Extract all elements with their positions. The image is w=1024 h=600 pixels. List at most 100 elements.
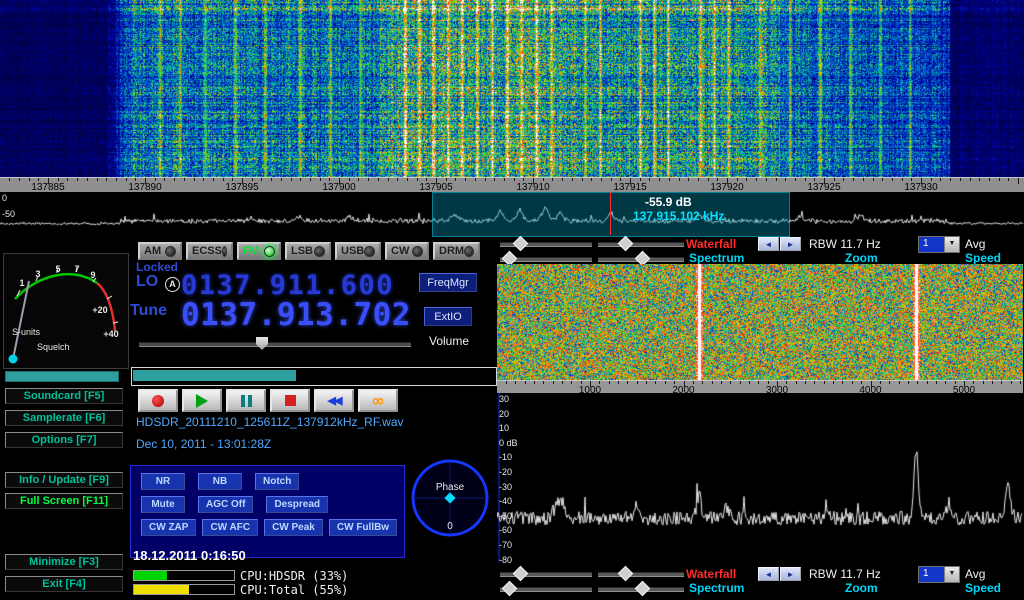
freq-ruler-tick: [863, 178, 864, 181]
db-scale-label: 0 dB: [499, 438, 518, 448]
spectrum-range-slider-thumb[interactable]: [634, 581, 650, 597]
audio-waterfall-display[interactable]: [497, 264, 1023, 380]
s-meter-scale-value: 1: [19, 278, 24, 288]
avg-select-arrow-icon[interactable]: ▼: [944, 567, 959, 582]
freq-ruler-tick: [514, 178, 515, 181]
squelch-level-bar[interactable]: [5, 371, 119, 382]
freq-ruler-tick: [979, 178, 980, 181]
stop-button[interactable]: [270, 389, 310, 412]
volume-slider[interactable]: [139, 342, 411, 347]
dsp-button-notch[interactable]: Notch: [255, 473, 299, 490]
freq-ruler-tick: [164, 178, 165, 181]
volume-slider-thumb[interactable]: [256, 337, 268, 350]
spectrum-level-slider[interactable]: [500, 583, 592, 593]
datetime-display: 18.12.2011 0:16:50: [133, 548, 246, 563]
dsp-button-cw-fullbw[interactable]: CW FullBw: [329, 519, 397, 536]
spectrum-level-slider-thumb[interactable]: [502, 581, 518, 597]
s-meter-scale-value: 3: [35, 269, 40, 279]
frequency-ruler[interactable]: 1378851378901378951379001379051379101379…: [0, 177, 1024, 193]
right-controls-top: Waterfall◄►RBW 11.7 Hz1▼AvgSpectrumZoomS…: [496, 236, 1024, 266]
passband-selection[interactable]: -55.9 dB 137.915.102 kHz: [432, 192, 790, 237]
dsp-row: CW ZAP CW AFC CW Peak CW FullBw: [141, 519, 404, 536]
dsp-button-agc-off[interactable]: AGC Off: [198, 496, 253, 513]
waterfall-contrast-slider[interactable]: [598, 568, 684, 578]
s-meter-scale-value: 7: [74, 264, 79, 274]
audio-ruler-tick: [581, 381, 582, 384]
phase-scope: Phase 0: [404, 450, 496, 548]
freq-ruler-tick: [485, 178, 486, 181]
record-icon: [152, 395, 164, 407]
freq-ruler-tick: [853, 178, 854, 181]
menu-button-minimize[interactable]: Minimize [F3]: [5, 554, 123, 570]
db-scale-label: -50: [499, 511, 512, 521]
audio-ruler-tick: [721, 381, 722, 384]
tune-frequency-display[interactable]: 0137.913.702: [181, 297, 411, 333]
dsp-button-mute[interactable]: Mute: [141, 496, 185, 513]
audio-ruler-tick: [1001, 381, 1002, 384]
menu-button-soundcard[interactable]: Soundcard [F5]: [5, 388, 123, 404]
avg-select-arrow-icon[interactable]: ▼: [944, 237, 959, 252]
mode-button-drm[interactable]: DRM: [433, 242, 480, 260]
loop-button[interactable]: ∞: [358, 389, 398, 412]
waterfall-contrast-slider-thumb[interactable]: [617, 236, 633, 252]
record-button[interactable]: [138, 389, 178, 412]
freq-ruler-tick: [911, 178, 912, 181]
rewind-button[interactable]: ◀◀: [314, 389, 354, 412]
waterfall-contrast-slider[interactable]: [598, 238, 684, 248]
audio-ruler-tick: [814, 381, 815, 384]
dsp-button-cw-afc[interactable]: CW AFC: [202, 519, 258, 536]
menu-button-options[interactable]: Options [F7]: [5, 432, 123, 448]
passband-indicator[interactable]: [131, 367, 497, 386]
pause-button[interactable]: [226, 389, 266, 412]
lo-a-badge-icon[interactable]: A: [165, 277, 180, 292]
freq-ruler-tick: [19, 178, 20, 181]
mode-button-cw[interactable]: CW: [385, 242, 429, 260]
zoom-out-button[interactable]: ◄: [758, 237, 779, 251]
freqmgr-button[interactable]: FreqMgr: [419, 273, 477, 292]
freq-ruler-tick: [135, 178, 136, 181]
waterfall-brightness-slider[interactable]: [500, 238, 592, 248]
zoom-in-button[interactable]: ►: [780, 567, 801, 581]
dsp-button-nr[interactable]: NR: [141, 473, 185, 490]
avg-select[interactable]: 1▼: [918, 236, 960, 253]
freq-ruler-tick: [87, 178, 88, 181]
freq-ruler-tick: [455, 178, 456, 181]
dsp-button-despread[interactable]: Despread: [266, 496, 328, 513]
audio-spectrum-display[interactable]: 3020100 dB-10-20-30-40-50-60-70-80: [497, 393, 1023, 562]
zoom-out-button[interactable]: ◄: [758, 567, 779, 581]
mode-button-fm[interactable]: FM: [237, 242, 281, 260]
waterfall-contrast-slider-thumb[interactable]: [617, 566, 633, 582]
freq-ruler-tick: [611, 178, 612, 181]
audio-ruler-tick: [609, 381, 610, 384]
main-waterfall-display[interactable]: [0, 0, 1024, 177]
extio-button[interactable]: ExtIO: [424, 307, 472, 326]
audio-frequency-ruler[interactable]: 10002000300040005000: [497, 380, 1023, 394]
cpu-total-fill: [134, 585, 189, 594]
dsp-button-nb[interactable]: NB: [198, 473, 242, 490]
audio-ruler-tick: [674, 381, 675, 384]
freq-ruler-tick: [572, 178, 573, 181]
mode-button-lsb[interactable]: LSB: [285, 242, 331, 260]
dsp-button-cw-peak[interactable]: CW Peak: [264, 519, 323, 536]
menu-button-info-update[interactable]: Info / Update [F9]: [5, 472, 123, 488]
waterfall-brightness-slider-thumb[interactable]: [513, 236, 529, 252]
freq-ruler-tick: [620, 178, 621, 181]
avg-select[interactable]: 1▼: [918, 566, 960, 583]
play-button[interactable]: [182, 389, 222, 412]
dsp-button-cw-zap[interactable]: CW ZAP: [141, 519, 196, 536]
mode-button-am[interactable]: AM: [138, 242, 182, 260]
menu-button-full-screen[interactable]: Full Screen [F11]: [5, 493, 123, 509]
audio-ruler-tick: [571, 381, 572, 384]
spectrum-level-slider[interactable]: [500, 253, 592, 263]
waterfall-brightness-slider[interactable]: [500, 568, 592, 578]
overview-spectrum[interactable]: 0 -50 -55.9 dB 137.915.102 kHz: [0, 192, 1024, 235]
waterfall-brightness-slider-thumb[interactable]: [513, 566, 529, 582]
menu-button-samplerate[interactable]: Samplerate [F6]: [5, 410, 123, 426]
spectrum-range-slider[interactable]: [598, 253, 684, 263]
menu-button-exit[interactable]: Exit [F4]: [5, 576, 123, 592]
mode-button-ecss[interactable]: ECSS: [186, 242, 233, 260]
mode-button-usb[interactable]: USB: [335, 242, 381, 260]
zoom-in-button[interactable]: ►: [780, 237, 801, 251]
audio-ruler-tick: [880, 381, 881, 384]
spectrum-range-slider[interactable]: [598, 583, 684, 593]
